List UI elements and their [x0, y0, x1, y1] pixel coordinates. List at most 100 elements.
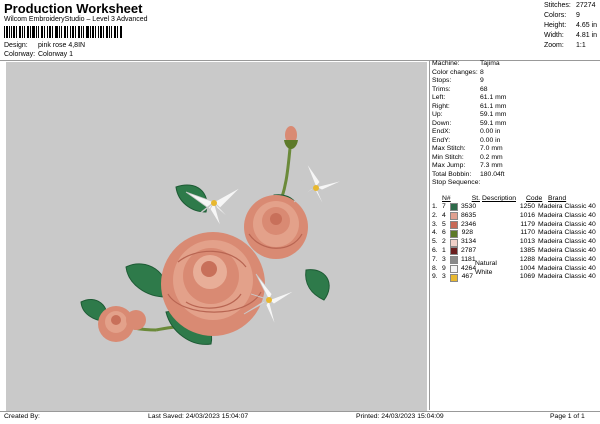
info-row: Right: 61.1 mm	[432, 103, 598, 112]
info-value: 0.00 in	[480, 128, 501, 135]
design-label: Design:	[4, 42, 28, 49]
created-by: Created By:	[4, 413, 40, 420]
color-swatch	[450, 229, 458, 238]
divider	[429, 61, 430, 410]
thread-brand: Madeira Classic 40	[538, 203, 596, 210]
stitch-count: 4264	[461, 264, 477, 272]
thread-code: 1170	[520, 229, 535, 237]
thread-code: 1288	[519, 255, 535, 263]
stat-label: Colors:	[544, 12, 567, 19]
thread-brand: Madeira Classic 40	[538, 220, 596, 228]
thread-code: 1013	[519, 238, 535, 246]
needle-number: 7	[442, 203, 446, 210]
stat-label: Width:	[544, 32, 564, 39]
stat-value: 27274	[576, 2, 596, 9]
info-value: 59.1 mm	[480, 119, 507, 127]
info-row: Up: 59.1 mm	[432, 111, 598, 120]
stop-row: 2. 4 8635 1016 Madeira Classic 40	[432, 212, 598, 221]
last-saved: Last Saved: 24/03/2023 15:04:07	[148, 413, 249, 420]
needle-number: 5	[442, 220, 446, 228]
color-swatch	[450, 256, 458, 265]
embroidery-design-image	[80, 126, 345, 345]
stat-row: Stitches: 27274	[544, 2, 600, 12]
needle-number: 3	[442, 273, 446, 281]
stop-row: 7. 3 1181 1288 Madeira Classic 40	[432, 256, 598, 265]
info-label: Down:	[432, 119, 452, 127]
footer: Created By: Last Saved: 24/03/2023 15:04…	[0, 413, 600, 423]
stop-number: 1.	[432, 203, 438, 210]
info-label: Stops:	[432, 77, 452, 84]
stop-number: 6.	[432, 246, 438, 254]
stops-table: 1. 7 3530 1250 Madeira Classic 40 2. 4 8635 1016…	[432, 203, 598, 282]
thread-code: 1069	[519, 273, 535, 281]
color-swatch	[450, 212, 458, 221]
stitch-count: 928	[461, 229, 473, 237]
stop-number: 9.	[432, 273, 438, 281]
stitch-count: 3134	[461, 238, 477, 246]
stat-value: 1:1	[576, 42, 586, 49]
info-label: Up:	[432, 111, 443, 118]
stat-label: Zoom:	[544, 42, 564, 49]
stitch-count: 2787	[461, 246, 477, 254]
thread-code: 1385	[519, 246, 535, 254]
stop-number: 7.	[432, 255, 438, 263]
design-stats: Stitches: 27274 Colors: 9 Height: 4.65 in W…	[544, 2, 600, 52]
color-swatch	[450, 203, 458, 212]
design-preview	[6, 62, 427, 411]
info-label: Total Bobbin:	[432, 170, 472, 178]
stitch-count: 8635	[461, 211, 477, 219]
info-row: Left: 61.1 mm	[432, 94, 598, 103]
color-swatch	[450, 238, 458, 247]
thread-brand: Madeira Classic 40	[538, 273, 596, 281]
needle-number: 3	[442, 255, 446, 263]
info-value: Tajima	[480, 60, 500, 67]
page-number: Page 1 of 1	[550, 413, 585, 420]
stitch-count: 467	[461, 273, 473, 281]
stitch-count: 2346	[461, 220, 477, 228]
color-swatch	[450, 220, 458, 229]
software-name: Wilcom EmbroideryStudio – Level 3 Advanc…	[4, 16, 148, 23]
info-label: Left:	[432, 94, 446, 101]
thread-code: 1004	[519, 264, 535, 272]
info-row: Machine: Tajima	[432, 60, 598, 69]
divider	[0, 411, 600, 412]
thread-code: 1250	[519, 203, 535, 210]
thread-brand: Madeira Classic 40	[538, 255, 596, 263]
colorway-value: Colorway 1	[38, 51, 74, 58]
stat-value: 4.81 in	[576, 32, 598, 39]
stop-sequence-title: Stop Sequence:	[432, 179, 481, 186]
stop-row: 8. 9 4264 Natural White 1004 Madeira Classic …	[432, 260, 598, 276]
needle-number: 1	[442, 246, 446, 254]
info-row: Down: 59.1 mm	[432, 120, 598, 129]
info-value: 68	[480, 85, 488, 93]
color-swatch	[450, 247, 458, 256]
stitch-count: 3530	[461, 203, 477, 210]
stop-row: 9. 3 467 1069 Madeira Classic 40	[432, 273, 598, 282]
color-swatch	[450, 273, 458, 282]
thread-brand: Madeira Classic 40	[538, 229, 596, 237]
info-label: Max Jump:	[432, 162, 466, 169]
color-swatch	[450, 264, 458, 273]
info-row: EndX: 0.00 in	[432, 128, 598, 137]
stop-number: 2.	[432, 211, 438, 219]
stat-label: Height:	[544, 22, 567, 29]
stop-row: 4. 6 928 1170 Madeira Classic 40	[432, 229, 598, 238]
info-value: 180.04ft	[480, 170, 505, 178]
barcode	[4, 26, 122, 38]
info-row: Color changes: 8	[432, 69, 598, 78]
col-brand: Brand	[548, 195, 567, 202]
thread-brand: Madeira Classic 40	[538, 238, 596, 246]
info-label: EndX:	[432, 128, 451, 135]
col-description: Description	[482, 195, 516, 202]
thread-description: Natural White	[475, 260, 497, 276]
col-code: Code	[526, 195, 543, 202]
info-label: Trims:	[432, 85, 451, 93]
needle-number: 9	[442, 264, 446, 272]
stat-row: Colors: 9	[544, 12, 600, 22]
info-label: Right:	[432, 102, 450, 110]
stat-value: 9	[576, 12, 580, 19]
info-row: Max Stitch: 7.0 mm	[432, 145, 598, 154]
info-label: EndY:	[432, 136, 451, 144]
stop-number: 4.	[432, 229, 438, 237]
stitch-count: 1181	[461, 255, 476, 263]
